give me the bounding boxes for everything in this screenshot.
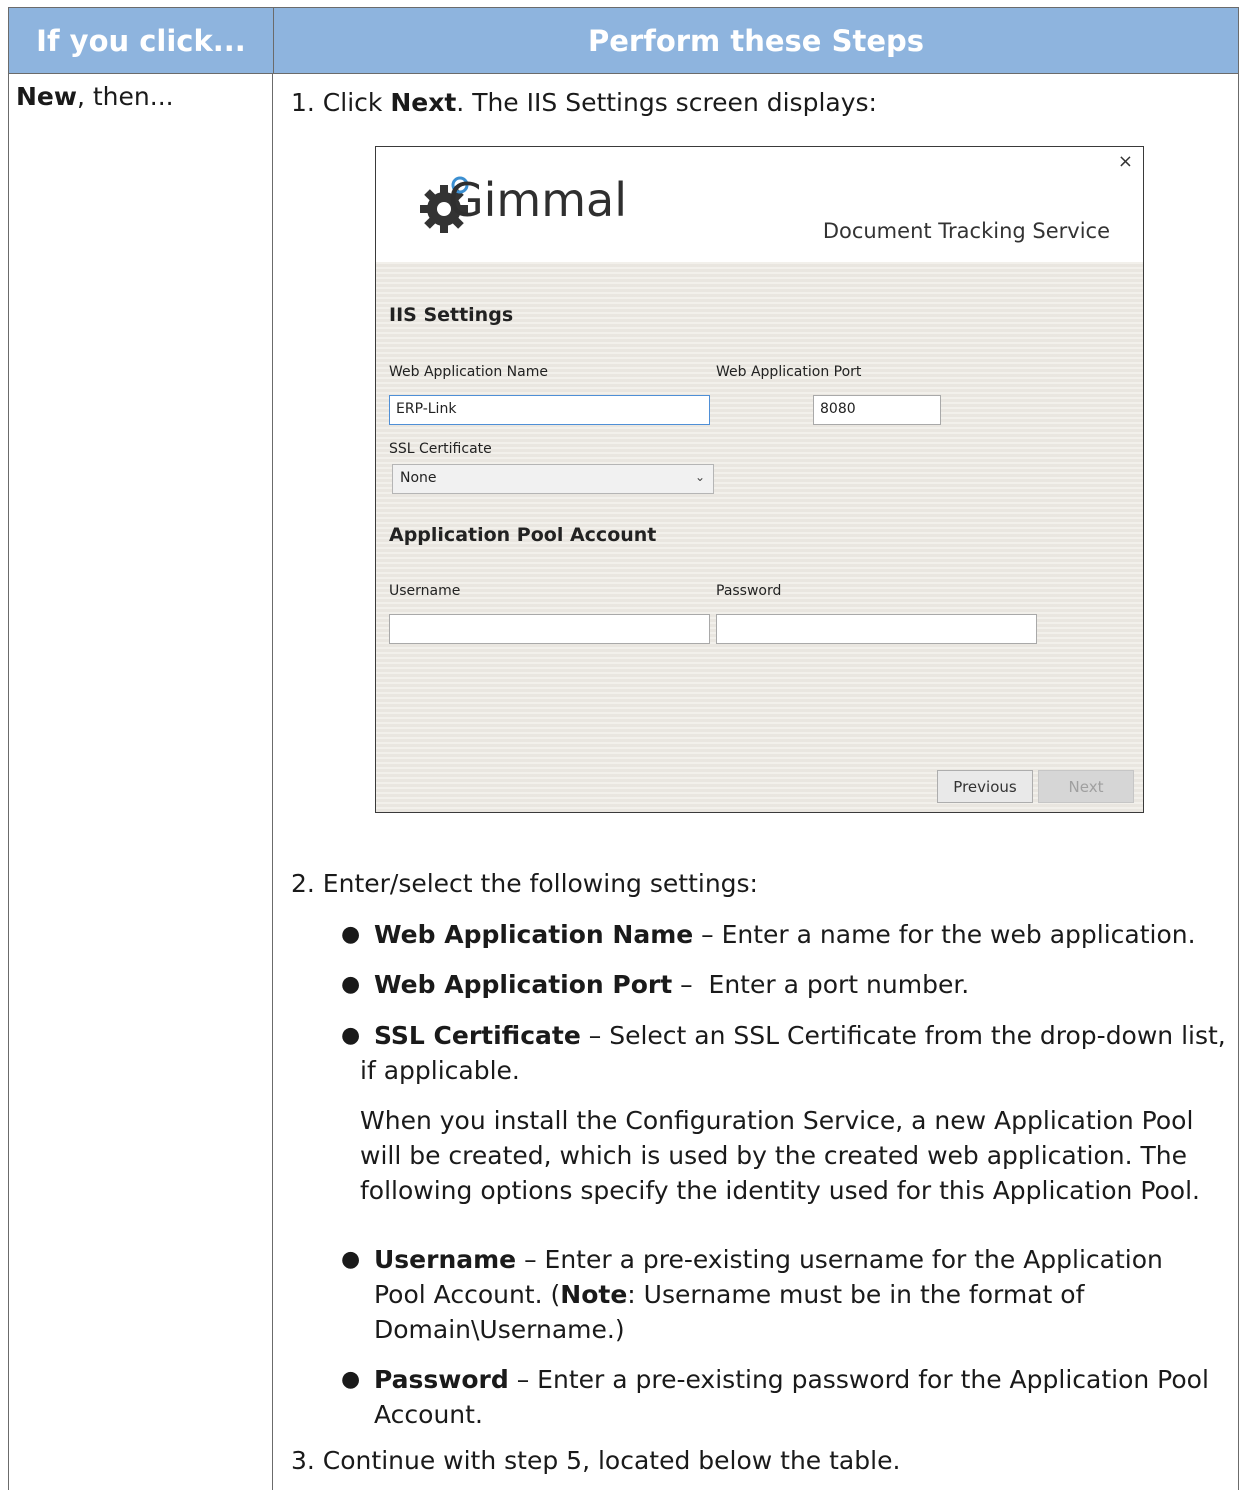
step-1-next: Next <box>390 88 457 117</box>
step-3: 3. Continue with step 5, located below t… <box>291 1446 901 1475</box>
service-title: Document Tracking Service <box>822 219 1110 243</box>
web-app-port-label: Web Application Port <box>716 364 862 380</box>
logo-wordmark: Gimmal <box>448 173 628 227</box>
password-label: Password <box>716 583 782 599</box>
dialog-header: × Gimmal Document Tracking Service <box>376 147 1143 262</box>
header-if-you-click: If you click... <box>9 8 274 73</box>
table-column-divider <box>272 74 273 1490</box>
trigger-rest: , then... <box>76 82 174 111</box>
bullet-dot: ● <box>341 1247 361 1272</box>
bullet-username-l2a: Pool Account. ( <box>374 1280 561 1309</box>
bullet-web-app-name-term: Web Application Name <box>374 920 694 949</box>
previous-button[interactable]: Previous <box>937 770 1033 803</box>
dialog-body: IIS Settings Web Application Name Web Ap… <box>376 262 1143 812</box>
bullet-username-l2b: : Username must be in the format of <box>627 1280 1085 1309</box>
web-app-name-label: Web Application Name <box>389 364 548 380</box>
bullet-dot: ● <box>341 1367 361 1392</box>
bullet-web-app-name-desc: – Enter a name for the web application. <box>693 920 1196 949</box>
step-1-suffix: . The IIS Settings screen displays: <box>456 88 877 117</box>
bullet-password-line2: Account. <box>374 1400 483 1429</box>
username-input[interactable] <box>389 614 710 644</box>
bullet-username-desc: – Enter a pre-existing username for the … <box>516 1245 1163 1274</box>
ssl-certificate-label: SSL Certificate <box>389 441 492 457</box>
password-input[interactable] <box>716 614 1037 644</box>
app-pool-account-heading: Application Pool Account <box>389 524 657 546</box>
bullet-web-app-port-desc: – Enter a port number. <box>672 970 970 999</box>
iis-settings-heading: IIS Settings <box>389 304 514 326</box>
bullet-web-app-port-term: Web Application Port <box>374 970 673 999</box>
table-header: If you click... Perform these Steps <box>8 7 1239 74</box>
bullet-password-desc: – Enter a pre-existing password for the … <box>508 1365 1209 1394</box>
bullet-dot: ● <box>341 1023 361 1048</box>
bullet-username-line3: Domain\Username.) <box>374 1315 625 1344</box>
bullet-dot: ● <box>341 922 361 947</box>
bullet-username-line2: Pool Account. (Note: Username must be in… <box>374 1277 1084 1312</box>
app-pool-paragraph-l3: following options specify the identity u… <box>360 1176 1200 1205</box>
table-border-right <box>1238 74 1239 1490</box>
close-icon[interactable]: × <box>1118 151 1133 172</box>
next-button[interactable]: Next <box>1038 770 1134 803</box>
app-pool-paragraph-l1: When you install the Configuration Servi… <box>360 1106 1194 1135</box>
step-2-intro: 2. Enter/select the following settings: <box>291 869 758 898</box>
bullet-ssl-line2: if applicable. <box>360 1056 520 1085</box>
app-pool-paragraph-l2: will be created, which is used by the cr… <box>360 1141 1188 1170</box>
step-1-prefix: 1. Click <box>291 88 391 117</box>
ssl-certificate-select[interactable]: None ⌄ <box>392 464 714 494</box>
bullet-dot: ● <box>341 972 361 997</box>
web-app-name-input[interactable]: ERP-Link <box>389 395 710 425</box>
header-perform-steps: Perform these Steps <box>587 23 925 58</box>
trigger-new: New <box>16 82 77 111</box>
bullet-password-term: Password <box>374 1365 509 1394</box>
step-1: 1. Click Next. The IIS Settings screen d… <box>291 85 877 120</box>
web-app-port-input[interactable]: 8080 <box>813 395 941 425</box>
ssl-certificate-value: None <box>400 470 437 486</box>
note-label: Note <box>560 1280 628 1309</box>
username-label: Username <box>389 583 461 599</box>
bullet-ssl-desc: – Select an SSL Certificate from the dro… <box>580 1021 1226 1050</box>
bullet-ssl-term: SSL Certificate <box>374 1021 581 1050</box>
iis-settings-dialog: × Gimmal Document Tracking Service IIS S… <box>375 146 1144 813</box>
row-trigger-cell: New, then... <box>16 82 174 111</box>
table-border-left <box>8 74 9 1490</box>
bullet-username-term: Username <box>374 1245 517 1274</box>
chevron-down-icon: ⌄ <box>694 470 705 484</box>
